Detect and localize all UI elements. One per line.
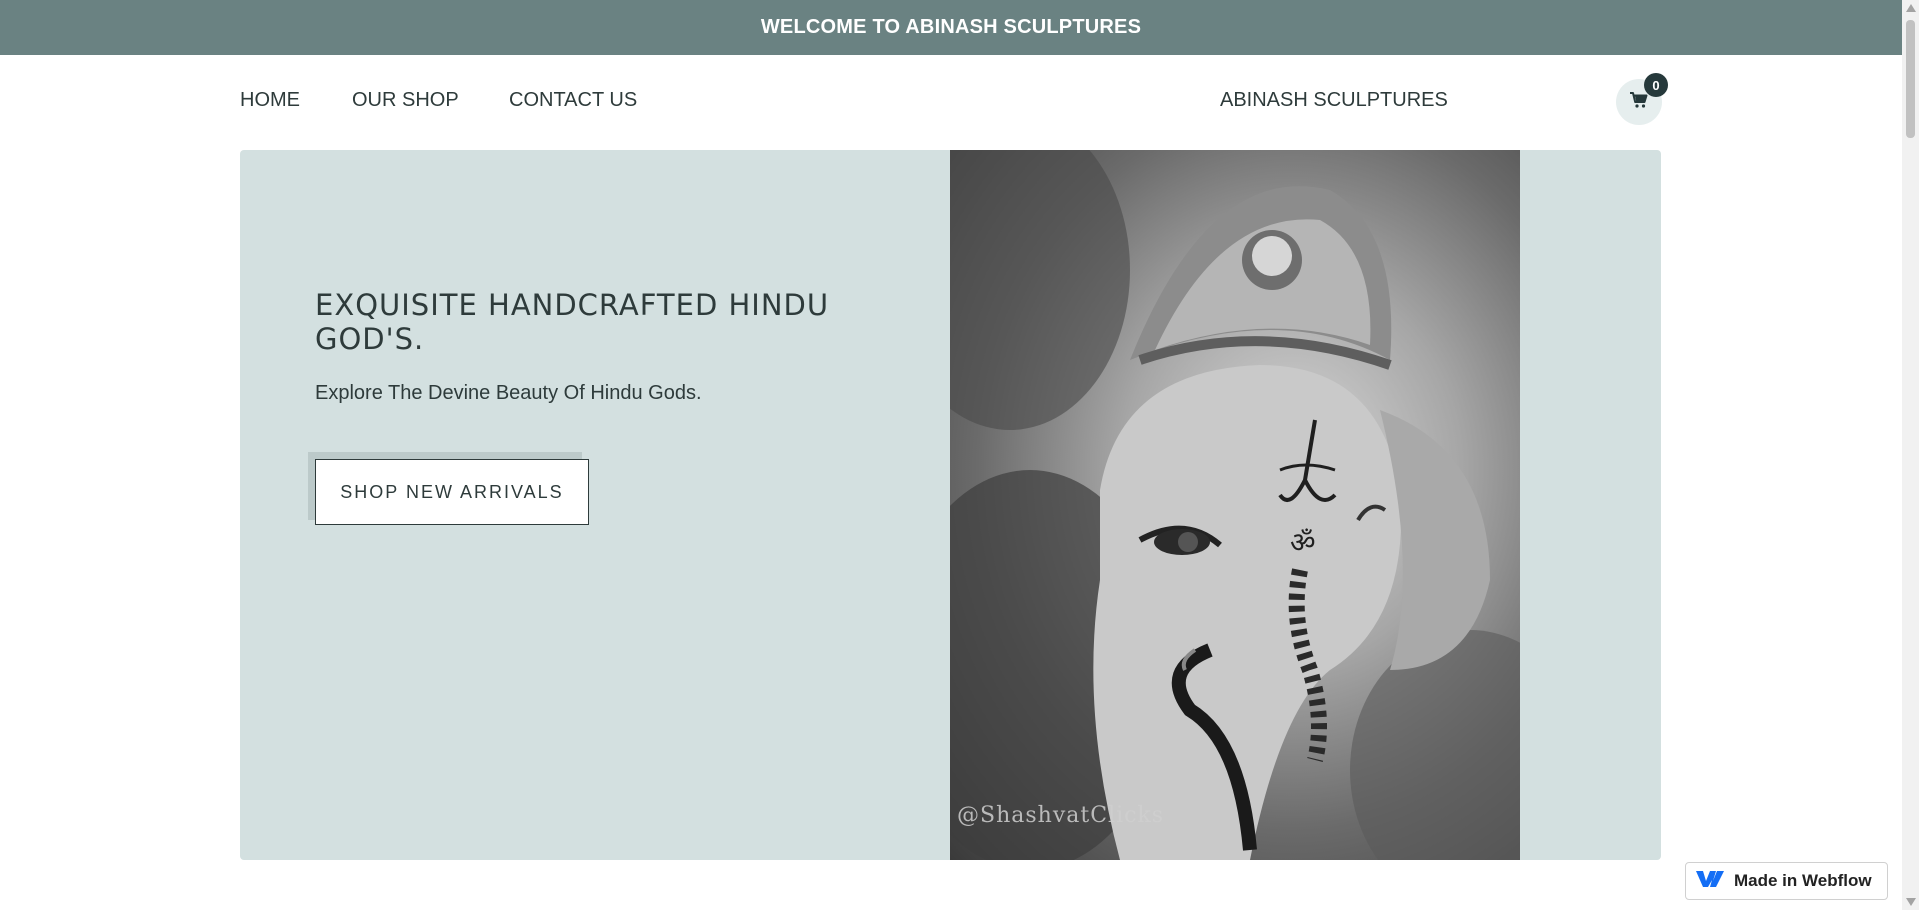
- scrollbar-thumb[interactable]: [1906, 20, 1915, 138]
- hero-title: EXQUISITE HANDCRAFTED HINDU GOD'S.: [315, 288, 830, 356]
- webflow-logo-icon: [1696, 869, 1726, 894]
- nav-link-our-shop[interactable]: OUR SHOP: [352, 89, 459, 112]
- image-watermark: @ShashvatClicks: [957, 803, 1165, 828]
- scroll-down-arrow-icon[interactable]: [1906, 898, 1916, 906]
- made-in-webflow-badge[interactable]: Made in Webflow: [1685, 862, 1888, 900]
- svg-text:ॐ: ॐ: [1290, 526, 1316, 559]
- announcement-bar: WELCOME TO ABINASH SCULPTURES: [0, 0, 1902, 55]
- main-nav: HOME OUR SHOP CONTACT US ABINASH SCULPTU…: [0, 55, 1902, 150]
- brand-link[interactable]: ABINASH SCULPTURES: [1220, 89, 1448, 112]
- cart-count-badge: 0: [1644, 73, 1668, 97]
- shop-new-arrivals-button[interactable]: SHOP NEW ARRIVALS: [315, 459, 589, 525]
- vertical-scrollbar[interactable]: [1902, 0, 1919, 910]
- scroll-up-arrow-icon[interactable]: [1906, 4, 1916, 12]
- ganesha-hero-image: ॐ @ShashvatClicks: [950, 150, 1520, 860]
- hero-section: EXQUISITE HANDCRAFTED HINDU GOD'S. Explo…: [240, 150, 1661, 860]
- cart-icon: [1629, 91, 1649, 114]
- announcement-text: WELCOME TO ABINASH SCULPTURES: [760, 16, 1142, 38]
- hero-subtitle: Explore The Devine Beauty Of Hindu Gods.: [315, 382, 702, 404]
- nav-link-home[interactable]: HOME: [240, 89, 300, 112]
- webflow-badge-label: Made in Webflow: [1734, 871, 1872, 890]
- nav-link-contact-us[interactable]: CONTACT US: [509, 89, 637, 112]
